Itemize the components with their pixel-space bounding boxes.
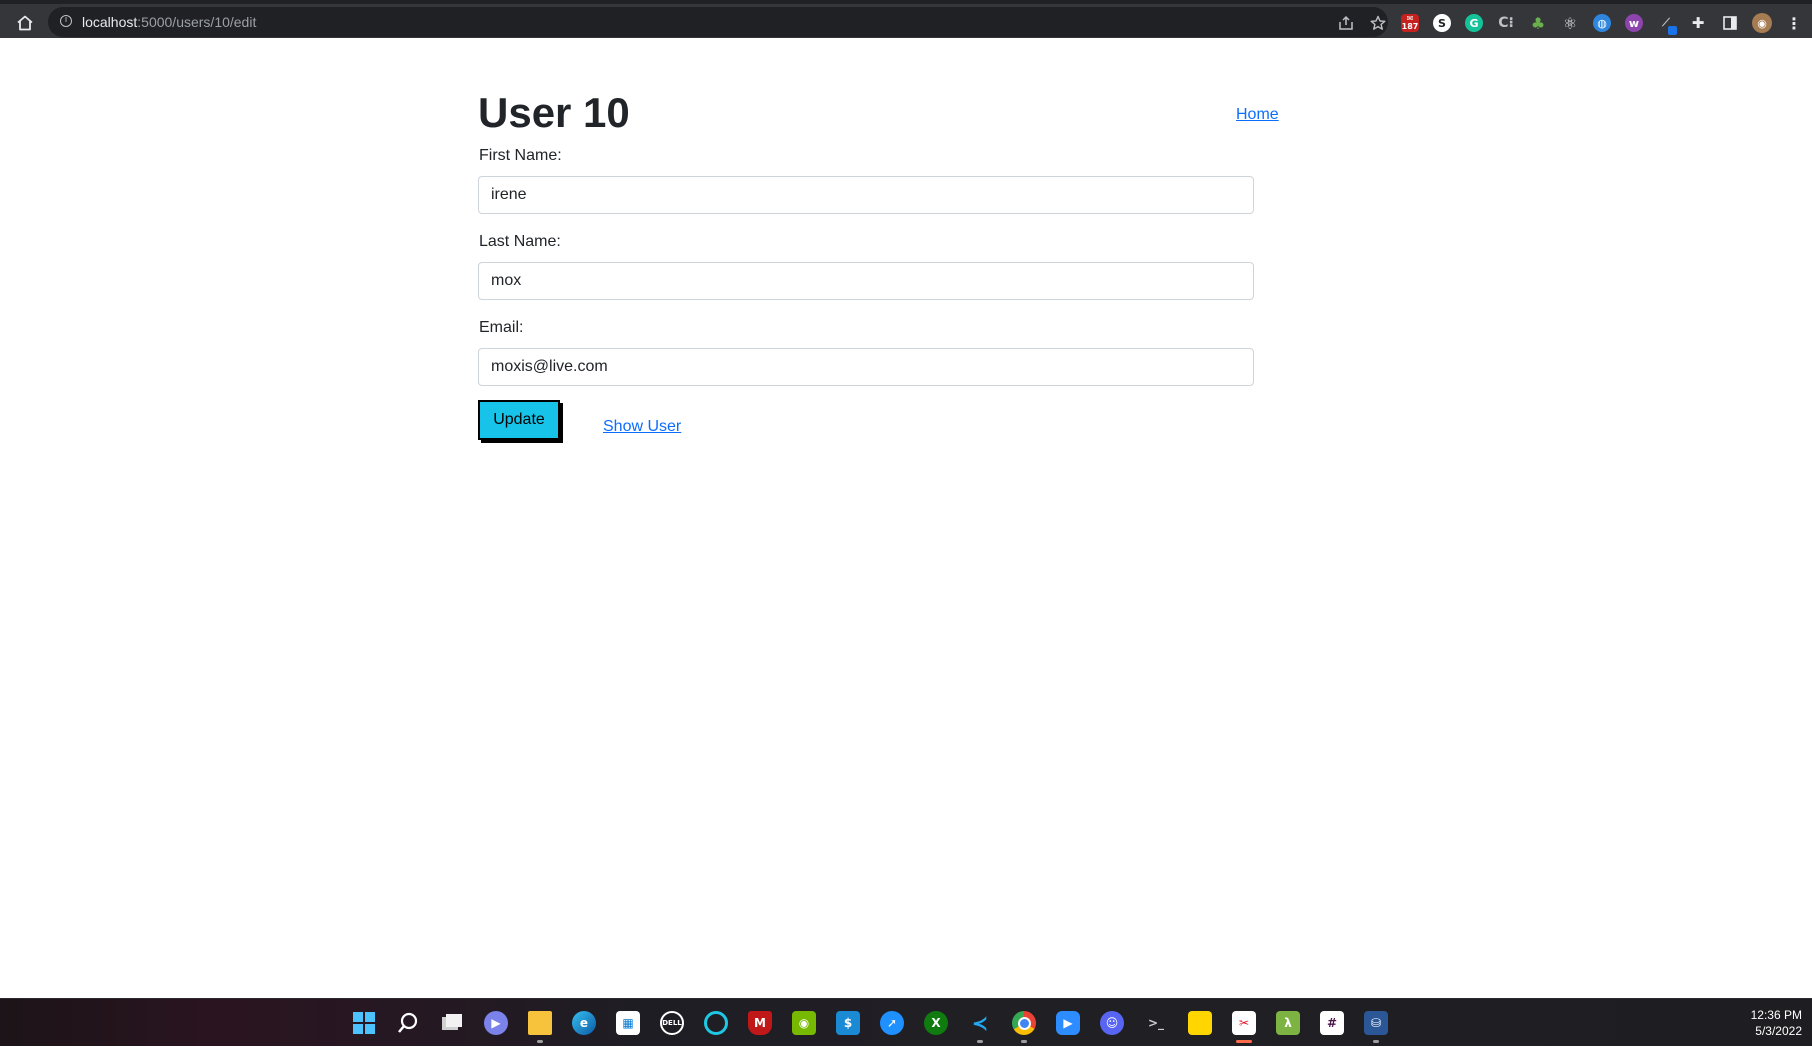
home-icon[interactable] [12, 10, 38, 36]
last-name-label: Last Name: [479, 233, 561, 250]
alexa-icon[interactable] [694, 1001, 738, 1045]
menu-kebab-icon[interactable]: ⋮ [1778, 9, 1810, 37]
sticky-notes-icon[interactable] [1178, 1001, 1222, 1045]
share-icon[interactable] [1330, 9, 1362, 37]
side-panel-icon[interactable] [1714, 9, 1746, 37]
vscode-icon[interactable]: ≺ [958, 1001, 1002, 1045]
lambda-icon[interactable]: λ [1266, 1001, 1310, 1045]
store-icon[interactable]: ▦ [606, 1001, 650, 1045]
email-label: Email: [479, 319, 524, 336]
search-icon[interactable] [386, 1001, 430, 1045]
last-name-input[interactable] [478, 262, 1254, 300]
system-clock[interactable]: 12:36 PM 5/3/2022 [1751, 1007, 1802, 1039]
taskbar: ▶ e ▦ DELL M ◉ $ ➚ X ≺ ▶ ☺ >_ ✂ λ # ⛁ 12… [0, 998, 1812, 1046]
page-title: User 10 [478, 89, 630, 136]
home-link[interactable]: Home [1236, 106, 1279, 124]
update-button[interactable]: Update [478, 400, 560, 440]
tree-extension-icon[interactable]: ♣ [1522, 9, 1554, 37]
url-text[interactable]: localhost:5000/users/10/edit [82, 14, 256, 30]
zoom-icon[interactable]: ▶ [1046, 1001, 1090, 1045]
first-name-label: First Name: [479, 147, 562, 164]
clock-time: 12:36 PM [1750, 1008, 1802, 1022]
toolbar-icons: ✉ 187 S G C⁝ ♣ ⚛ ◍ w ⟋ ✚ ◉ ⋮ [1330, 9, 1810, 37]
globe-extension-icon[interactable]: ◍ [1586, 9, 1618, 37]
mail-extension-icon[interactable]: ✉ 187 [1394, 9, 1426, 37]
teams-chat-icon[interactable]: ▶ [474, 1001, 518, 1045]
pen-extension-icon[interactable]: ⟋ [1650, 9, 1682, 37]
c-extension-icon[interactable]: C⁝ [1490, 9, 1522, 37]
chrome-icon[interactable] [1002, 1001, 1046, 1045]
snipping-tool-icon[interactable]: ✂ [1222, 1001, 1266, 1045]
url-path: :5000/users/10/edit [137, 14, 257, 30]
slack-icon[interactable]: # [1310, 1001, 1354, 1045]
edge-icon[interactable]: e [562, 1001, 606, 1045]
w-extension-icon[interactable]: w [1618, 9, 1650, 37]
browser-toolbar: i localhost:5000/users/10/edit ✉ 187 S G … [0, 0, 1812, 38]
file-explorer-icon[interactable] [518, 1001, 562, 1045]
first-name-input[interactable] [478, 176, 1254, 214]
page-content: User 10 Home First Name: Last Name: Emai… [0, 38, 1812, 998]
dell-icon[interactable]: DELL [650, 1001, 694, 1045]
mail-badge: 187 [1401, 22, 1419, 31]
star-icon[interactable] [1362, 9, 1394, 37]
safari-like-icon[interactable]: ➚ [870, 1001, 914, 1045]
nvidia-icon[interactable]: ◉ [782, 1001, 826, 1045]
terminal-icon[interactable]: >_ [1134, 1001, 1178, 1045]
windows-start-icon[interactable] [342, 1001, 386, 1045]
xbox-icon[interactable]: X [914, 1001, 958, 1045]
task-view-icon[interactable] [430, 1001, 474, 1045]
sql-icon[interactable]: ⛁ [1354, 1001, 1398, 1045]
profile-avatar[interactable]: ◉ [1746, 9, 1778, 37]
email-input[interactable] [478, 348, 1254, 386]
address-bar[interactable]: i localhost:5000/users/10/edit [48, 7, 1388, 37]
discord-icon[interactable]: ☺ [1090, 1001, 1134, 1045]
react-devtools-icon[interactable]: ⚛ [1554, 9, 1586, 37]
show-user-link[interactable]: Show User [603, 418, 681, 436]
grammarly-icon[interactable]: G [1458, 9, 1490, 37]
clock-date: 5/3/2022 [1755, 1024, 1802, 1038]
url-host: localhost [82, 14, 138, 30]
puzzle-icon[interactable]: ✚ [1682, 9, 1714, 37]
taskbar-apps: ▶ e ▦ DELL M ◉ $ ➚ X ≺ ▶ ☺ >_ ✂ λ # ⛁ [342, 999, 1398, 1047]
s-extension-icon[interactable]: S [1426, 9, 1458, 37]
info-icon[interactable]: i [60, 15, 72, 27]
mcafee-icon[interactable]: M [738, 1001, 782, 1045]
phone-link-icon[interactable]: $ [826, 1001, 870, 1045]
